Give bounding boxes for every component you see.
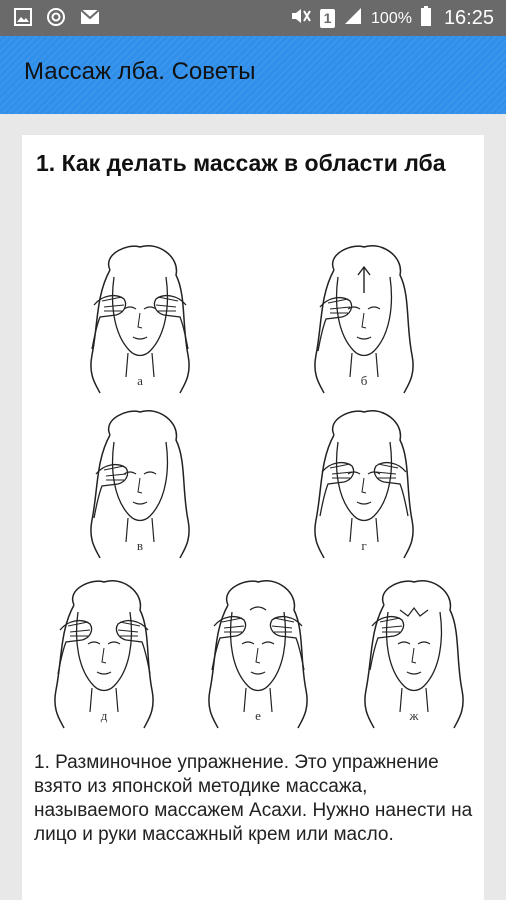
caption-zh: ж (409, 708, 420, 723)
caption-g: г (361, 538, 366, 553)
signal-icon (343, 7, 363, 30)
battery-percent: 100% (371, 9, 412, 27)
battery-icon (420, 6, 432, 31)
caption-v: в (137, 538, 143, 553)
status-bar: 1 100% 16:25 (0, 0, 506, 36)
toolbar-title: Массаж лба. Советы (24, 58, 256, 85)
caption-d: д (101, 708, 108, 723)
sim-icon: 1 (320, 9, 336, 28)
caption-b: б (361, 373, 368, 388)
image-icon (14, 8, 32, 31)
status-bar-notifications (14, 7, 100, 32)
mail-icon (80, 9, 100, 30)
caption-a: а (137, 373, 143, 388)
article-card[interactable]: 1. Как делать массаж в области лба а б в… (22, 135, 484, 900)
caption-e: е (255, 708, 261, 723)
status-bar-system: 1 100% 16:25 (290, 6, 494, 31)
clock: 16:25 (443, 7, 494, 29)
article-paragraph: 1. Разминочное упражнение. Это упражнени… (34, 752, 473, 845)
massage-illustration: а б в г д е ж (54, 244, 464, 729)
mute-icon (290, 7, 312, 30)
sync-icon (46, 7, 66, 32)
article-heading: 1. Как делать массаж в области лба (36, 150, 446, 176)
app-toolbar: Массаж лба. Советы (0, 36, 506, 114)
